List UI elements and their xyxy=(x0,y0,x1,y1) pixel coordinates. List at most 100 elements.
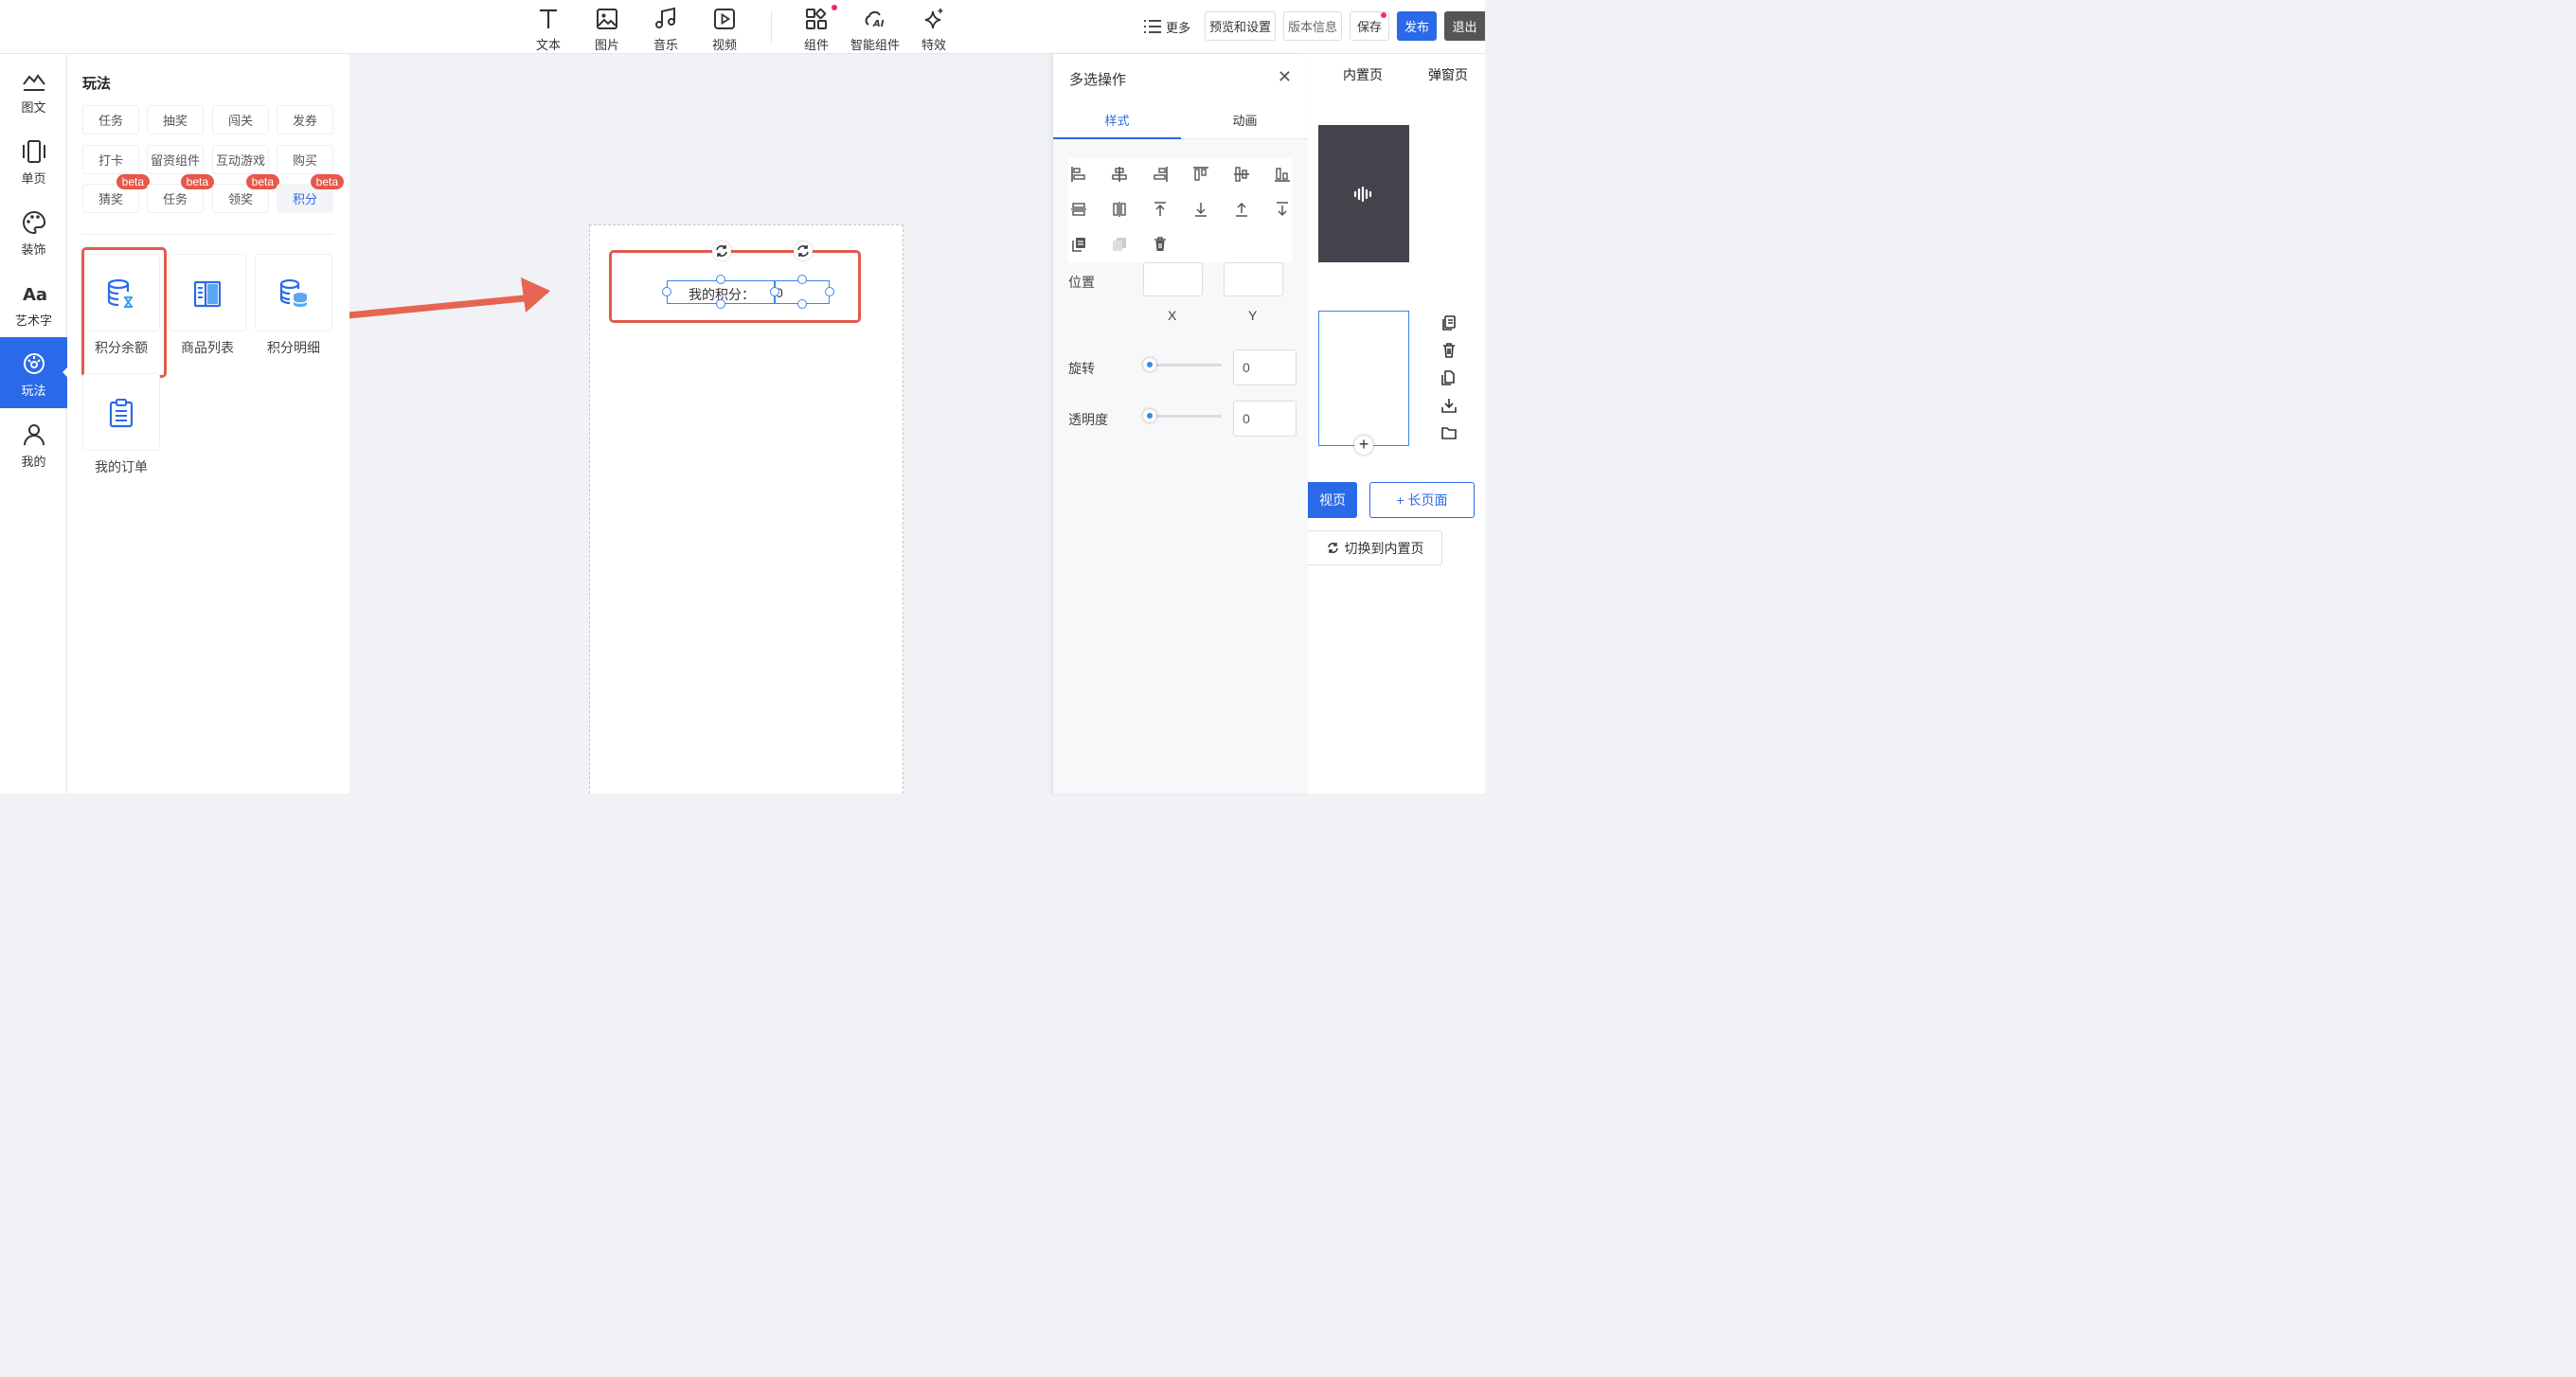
tool-effects[interactable]: 特效 xyxy=(907,4,960,52)
switch-inline-button[interactable]: 切换到内置页 xyxy=(1308,530,1442,565)
align-top-button[interactable] xyxy=(1190,164,1211,185)
tab-style[interactable]: 样式 xyxy=(1053,101,1181,139)
position-x-input[interactable] xyxy=(1143,262,1203,296)
chip-level[interactable]: 闯关 xyxy=(212,105,269,134)
align-right-button[interactable] xyxy=(1150,164,1171,185)
align-center-v-icon xyxy=(1234,167,1249,182)
move-down-button[interactable] xyxy=(1272,199,1293,220)
tool-text[interactable]: 文本 xyxy=(522,4,575,52)
ai-cloud-icon: AI xyxy=(865,10,885,29)
more-label: 更多 xyxy=(1166,20,1191,35)
version-info-button[interactable]: 版本信息 xyxy=(1283,11,1342,41)
align-left-icon xyxy=(1071,167,1085,182)
publish-button[interactable]: 发布 xyxy=(1397,11,1437,41)
nav-item-mine[interactable]: 我的 xyxy=(0,408,67,479)
tool-components[interactable]: 组件 xyxy=(790,4,843,52)
widget-label: 我的订单 xyxy=(95,459,148,474)
tool-label: 组件 xyxy=(803,38,829,52)
distribute-v-button[interactable] xyxy=(1109,199,1130,220)
chip-lottery[interactable]: 抽奖 xyxy=(147,105,204,134)
align-center-v-button[interactable] xyxy=(1231,164,1252,185)
tool-ai-components[interactable]: AI 智能组件 xyxy=(849,4,902,52)
rotate-slider[interactable] xyxy=(1143,358,1222,371)
copy-button[interactable] xyxy=(1068,234,1089,255)
add-page-button[interactable]: + xyxy=(1354,436,1373,455)
tool-music[interactable]: 音乐 xyxy=(639,4,692,52)
chip-coupon[interactable]: 发券 xyxy=(277,105,333,134)
widget-points-detail[interactable] xyxy=(255,254,332,331)
nav-item-gameplay[interactable]: 玩法 xyxy=(0,337,68,408)
nav-item-text-image[interactable]: 图文 xyxy=(0,54,67,125)
chip-lead-form[interactable]: 留资组件 xyxy=(147,145,204,174)
chip-task[interactable]: 任务 xyxy=(82,105,139,134)
page-thumbnail-current[interactable] xyxy=(1318,311,1409,446)
align-center-h-button[interactable] xyxy=(1109,164,1130,185)
top-toolbar: 文本 图片 音乐 视频 组件 AI 智能组件 特效 更多 预览和设置 版本信息 … xyxy=(0,0,1485,54)
tool-label: 图片 xyxy=(594,38,619,52)
copy-page-button[interactable] xyxy=(1440,314,1459,333)
image-icon xyxy=(597,9,617,29)
page-thumbnail[interactable] xyxy=(1318,125,1409,262)
move-bottom-button[interactable] xyxy=(1190,199,1211,220)
delete-button[interactable] xyxy=(1150,234,1171,255)
tab-inline-pages[interactable]: 内置页 xyxy=(1343,65,1383,84)
tool-image[interactable]: 图片 xyxy=(581,4,634,52)
chip-points[interactable]: 积分 beta xyxy=(277,174,344,213)
palette-icon xyxy=(22,210,45,235)
partial-page-button[interactable]: 视页 xyxy=(1308,482,1357,518)
components-icon xyxy=(806,8,827,29)
download-page-button[interactable] xyxy=(1440,397,1459,416)
chip-checkin[interactable]: 打卡 xyxy=(82,145,139,174)
save-button[interactable]: 保存 xyxy=(1350,11,1389,41)
rotate-slider-knob[interactable] xyxy=(1143,358,1156,371)
long-page-button[interactable]: + 长页面 xyxy=(1369,482,1475,518)
chip-claim-prize[interactable]: 领奖 beta xyxy=(212,174,279,213)
nav-item-decoration[interactable]: 装饰 xyxy=(0,196,67,267)
move-top-button[interactable] xyxy=(1150,199,1171,220)
panel-title: 玩法 xyxy=(82,76,112,92)
chip-task-beta[interactable]: 任务 beta xyxy=(147,174,214,213)
art-text-icon: Aa xyxy=(23,285,47,305)
delete-page-button[interactable] xyxy=(1440,342,1459,361)
align-bottom-icon xyxy=(1275,168,1290,182)
chip-interactive-game[interactable]: 互动游戏 xyxy=(212,145,269,174)
paste-button[interactable] xyxy=(1109,234,1130,255)
widget-product-list[interactable] xyxy=(169,254,246,331)
tool-label: 特效 xyxy=(921,38,946,52)
switch-label: 切换到内置页 xyxy=(1344,540,1424,556)
copy-icon xyxy=(1072,238,1085,252)
rotate-input[interactable]: 0 xyxy=(1233,349,1297,385)
chip-purchase[interactable]: 购买 xyxy=(277,145,333,174)
duplicate-page-button[interactable] xyxy=(1440,369,1459,388)
move-bottom-icon xyxy=(1195,203,1207,217)
align-bottom-button[interactable] xyxy=(1272,164,1293,185)
opacity-slider[interactable] xyxy=(1143,409,1222,422)
folder-button[interactable] xyxy=(1440,424,1459,443)
widget-my-orders[interactable] xyxy=(82,373,160,451)
beta-badge: beta xyxy=(116,174,150,189)
move-down-icon xyxy=(1277,202,1288,217)
opacity-input[interactable]: 0 xyxy=(1233,401,1297,437)
align-right-icon xyxy=(1154,167,1168,182)
tab-popup-pages[interactable]: 弹窗页 xyxy=(1428,65,1468,84)
close-icon[interactable]: ✕ xyxy=(1278,67,1292,87)
move-up-button[interactable] xyxy=(1231,199,1252,220)
nav-label: 玩法 xyxy=(21,384,46,398)
nav-label: 艺术字 xyxy=(14,313,52,328)
distribute-h-button[interactable] xyxy=(1068,199,1089,220)
exit-button[interactable]: 退出 xyxy=(1444,11,1485,41)
single-page-icon xyxy=(22,140,45,163)
nav-item-single-page[interactable]: 单页 xyxy=(0,125,67,196)
position-y-input[interactable] xyxy=(1224,262,1283,296)
preview-settings-button[interactable]: 预览和设置 xyxy=(1205,11,1276,41)
toolbar-divider xyxy=(771,11,772,44)
move-up-icon xyxy=(1236,202,1247,217)
tab-animation[interactable]: 动画 xyxy=(1181,101,1309,139)
tool-video[interactable]: 视频 xyxy=(698,4,751,52)
sparkle-icon xyxy=(924,9,943,29)
align-left-button[interactable] xyxy=(1068,164,1089,185)
more-menu[interactable]: 更多 xyxy=(1144,15,1190,38)
opacity-slider-knob[interactable] xyxy=(1143,409,1156,422)
chip-guess-prize[interactable]: 猜奖 beta xyxy=(82,174,150,213)
nav-item-art-text[interactable]: Aa 艺术字 xyxy=(0,267,67,338)
